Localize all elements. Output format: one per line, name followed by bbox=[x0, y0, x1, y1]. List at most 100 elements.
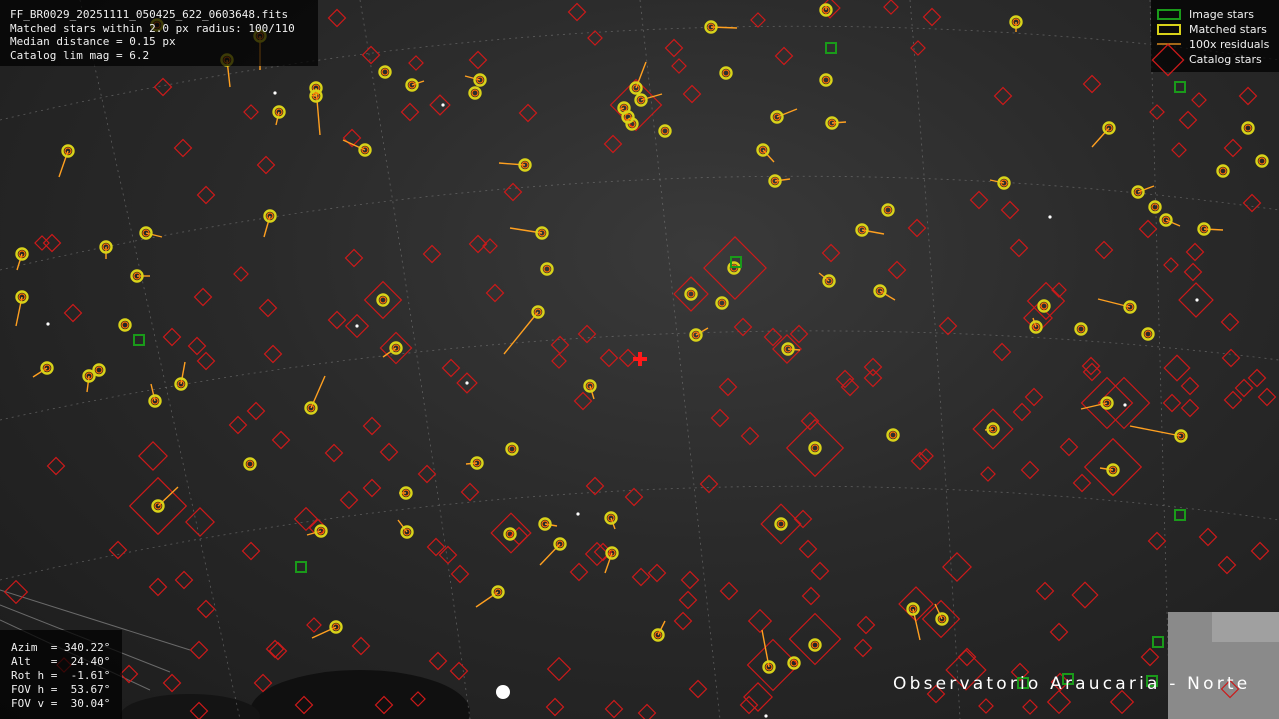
catalog-star-marker bbox=[922, 7, 942, 27]
catalog-star-marker bbox=[550, 335, 570, 355]
catalog-star-marker bbox=[449, 661, 469, 681]
catalog-star-marker bbox=[485, 283, 505, 303]
catalog-star-marker bbox=[1238, 86, 1258, 106]
matched-star-marker bbox=[684, 287, 698, 301]
catalog-star-marker bbox=[1162, 393, 1182, 413]
matched-star-core bbox=[1151, 203, 1159, 211]
catalog-star-marker bbox=[585, 476, 605, 496]
catalog-star-marker bbox=[1250, 541, 1270, 561]
street-light bbox=[496, 685, 510, 699]
matched-star-marker bbox=[787, 656, 801, 670]
catalog-star-marker bbox=[856, 615, 876, 635]
matched-star-core bbox=[1040, 302, 1048, 310]
catalog-star-marker bbox=[1163, 354, 1191, 382]
matched-star-core bbox=[1077, 325, 1085, 333]
catalog-star-marker bbox=[1234, 378, 1254, 398]
catalog-star-swatch-icon bbox=[1151, 43, 1185, 77]
matched-star-marker bbox=[540, 262, 554, 276]
catalog-star-marker bbox=[1024, 387, 1044, 407]
catalog-star-marker bbox=[1022, 699, 1038, 715]
matched-star-core bbox=[246, 460, 254, 468]
matched-star-marker bbox=[881, 203, 895, 217]
catalog-star-marker bbox=[428, 651, 448, 671]
catalog-star-marker bbox=[1257, 387, 1277, 407]
catalog-star-marker bbox=[1191, 92, 1207, 108]
catalog-star-marker bbox=[1178, 110, 1198, 130]
legend-row-matched-stars: Matched stars bbox=[1151, 23, 1279, 38]
matched-stars-summary: Matched stars within 2.0 px radius: 100/… bbox=[10, 21, 295, 35]
catalog-star-marker bbox=[688, 679, 708, 699]
catalog-star-marker bbox=[63, 303, 83, 323]
matched-star-marker bbox=[886, 428, 900, 442]
catalog-star-marker bbox=[1147, 531, 1167, 551]
catalog-star-marker bbox=[518, 103, 538, 123]
catalog-star-marker bbox=[863, 368, 883, 388]
catalog-star-marker bbox=[1020, 460, 1040, 480]
catalog-star-marker bbox=[992, 342, 1012, 362]
matched-star-core bbox=[508, 445, 516, 453]
catalog-star-marker bbox=[1071, 581, 1099, 609]
catalog-star-marker bbox=[750, 12, 766, 28]
catalog-star-marker bbox=[907, 218, 927, 238]
catalog-star-marker bbox=[545, 697, 565, 717]
catalog-star-marker bbox=[46, 456, 66, 476]
calibration-info-panel: FF_BR0029_20251111_050425_622_0603648.fi… bbox=[0, 0, 318, 66]
matched-star-marker bbox=[774, 517, 788, 531]
catalog-star-marker bbox=[921, 599, 961, 639]
image-star-marker bbox=[1174, 81, 1186, 93]
catalog-star-marker bbox=[422, 244, 442, 264]
matched-star-swatch-icon bbox=[1157, 24, 1181, 35]
catalog-star-marker bbox=[468, 50, 488, 70]
catalog-star-marker bbox=[265, 639, 285, 659]
background-star bbox=[1195, 298, 1199, 302]
matched-star-core bbox=[661, 127, 669, 135]
image-star-marker bbox=[1174, 509, 1186, 521]
catalog-star-marker bbox=[1185, 242, 1205, 262]
legend-label-catalog-stars: Catalog stars bbox=[1189, 53, 1262, 66]
matched-star-core bbox=[381, 68, 389, 76]
catalog-star-marker bbox=[647, 563, 667, 583]
catalog-star-marker bbox=[719, 581, 739, 601]
catalog-star-marker bbox=[678, 590, 698, 610]
legend-row-image-stars: Image stars bbox=[1151, 8, 1279, 23]
catalog-star-marker bbox=[173, 138, 193, 158]
catalog-star-marker bbox=[263, 344, 283, 364]
residual-vector bbox=[984, 428, 994, 431]
catalog-star-marker bbox=[604, 699, 624, 719]
catalog-star-marker bbox=[1109, 689, 1135, 715]
catalog-star-marker bbox=[747, 608, 773, 634]
catalog-star-marker bbox=[1163, 257, 1179, 273]
matched-star-marker bbox=[1141, 327, 1155, 341]
catalog-star-marker bbox=[243, 104, 259, 120]
matched-star-marker bbox=[376, 293, 390, 307]
matched-star-marker bbox=[468, 86, 482, 100]
catalog-star-marker bbox=[853, 638, 873, 658]
catalog-star-marker bbox=[153, 77, 173, 97]
matched-star-marker bbox=[1241, 121, 1255, 135]
catalog-star-marker bbox=[503, 182, 523, 202]
catalog-star-marker bbox=[196, 351, 216, 371]
background-star bbox=[46, 322, 50, 326]
matched-star-marker bbox=[719, 66, 733, 80]
residual-vector bbox=[498, 162, 526, 166]
catalog-star-marker bbox=[379, 442, 399, 462]
catalog-star-marker bbox=[148, 577, 168, 597]
catalog-star-marker bbox=[306, 617, 322, 633]
pointing-info-panel: Azim = 340.22° Alt = 24.40° Rot h = -1.61°… bbox=[0, 630, 122, 719]
grid-line bbox=[79, 0, 241, 719]
catalog-star-marker bbox=[1094, 240, 1114, 260]
catalog-star-marker bbox=[327, 8, 347, 28]
background-star bbox=[764, 714, 768, 718]
matched-star-core bbox=[1244, 124, 1252, 132]
catalog-star-marker bbox=[256, 155, 276, 175]
matched-star-core bbox=[811, 641, 819, 649]
residual-vector bbox=[503, 311, 539, 355]
matched-star-core bbox=[1144, 330, 1152, 338]
building-silhouette bbox=[1212, 612, 1279, 642]
background-star bbox=[1048, 215, 1052, 219]
catalog-star-marker bbox=[138, 441, 168, 471]
catalog-star-marker bbox=[271, 430, 291, 450]
matched-star-core bbox=[543, 265, 551, 273]
legend-label-residuals: 100x residuals bbox=[1189, 38, 1270, 51]
legend-row-catalog-stars: Catalog stars bbox=[1151, 43, 1279, 77]
